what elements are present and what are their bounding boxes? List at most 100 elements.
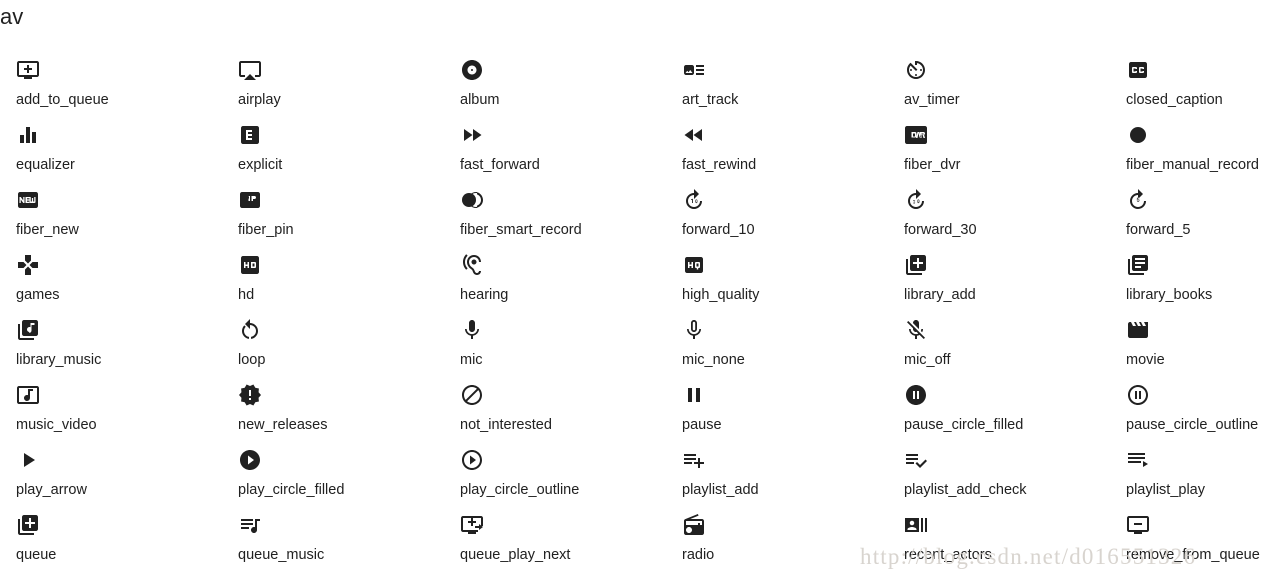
icon-cell-radio[interactable]: radio bbox=[666, 510, 888, 575]
icon-cell-library-add[interactable]: library_add bbox=[888, 250, 1110, 315]
icon-cell-loop[interactable]: loop bbox=[222, 315, 444, 380]
icon-label: mic_none bbox=[682, 352, 745, 368]
library-books-icon bbox=[1126, 253, 1152, 279]
fast-rewind-icon bbox=[682, 123, 708, 149]
icon-cell-pause[interactable]: pause bbox=[666, 380, 888, 445]
icon-cell-explicit[interactable]: explicit bbox=[222, 120, 444, 185]
icon-label: album bbox=[460, 92, 500, 108]
icon-cell-queue-play-next[interactable]: queue_play_next bbox=[444, 510, 666, 575]
icon-cell-new-releases[interactable]: new_releases bbox=[222, 380, 444, 445]
icon-cell-airplay[interactable]: airplay bbox=[222, 55, 444, 120]
icon-label: not_interested bbox=[460, 417, 552, 433]
icon-cell-music-video[interactable]: music_video bbox=[0, 380, 222, 445]
fiber-new-icon bbox=[16, 188, 42, 214]
icon-label: play_circle_filled bbox=[238, 482, 345, 498]
high-quality-icon bbox=[682, 253, 708, 279]
icon-cell-fiber-dvr[interactable]: fiber_dvr bbox=[888, 120, 1110, 185]
icon-label: equalizer bbox=[16, 157, 75, 173]
icon-cell-equalizer[interactable]: equalizer bbox=[0, 120, 222, 185]
icon-label: recent_actors bbox=[904, 547, 992, 563]
icon-label: av_timer bbox=[904, 92, 960, 108]
icon-label: movie bbox=[1126, 352, 1165, 368]
icon-cell-pause-circle-outline[interactable]: pause_circle_outline bbox=[1110, 380, 1287, 445]
playlist-add-check-icon bbox=[904, 448, 930, 474]
icon-cell-album[interactable]: album bbox=[444, 55, 666, 120]
remove-from-queue-icon bbox=[1126, 513, 1152, 539]
icon-cell-mic[interactable]: mic bbox=[444, 315, 666, 380]
icon-cell-forward-5[interactable]: forward_5 bbox=[1110, 185, 1287, 250]
icon-label: queue_play_next bbox=[460, 547, 571, 563]
icon-cell-add-to-queue[interactable]: add_to_queue bbox=[0, 55, 222, 120]
pause-circle-outline-icon bbox=[1126, 383, 1152, 409]
icon-cell-playlist-add-check[interactable]: playlist_add_check bbox=[888, 445, 1110, 510]
icon-label: queue_music bbox=[238, 547, 325, 563]
icon-cell-recent-actors[interactable]: recent_actors bbox=[888, 510, 1110, 575]
page-title: av bbox=[0, 4, 24, 29]
mic-icon bbox=[460, 318, 486, 344]
icon-label: pause_circle_filled bbox=[904, 417, 1024, 433]
icon-cell-high-quality[interactable]: high_quality bbox=[666, 250, 888, 315]
icon-label: forward_30 bbox=[904, 222, 977, 238]
icon-label: fast_forward bbox=[460, 157, 540, 173]
icon-label: fiber_new bbox=[16, 222, 79, 238]
icon-cell-closed-caption[interactable]: closed_caption bbox=[1110, 55, 1287, 120]
games-icon bbox=[16, 253, 42, 279]
fiber-dvr-icon bbox=[904, 123, 930, 149]
icon-cell-fiber-new[interactable]: fiber_new bbox=[0, 185, 222, 250]
airplay-icon bbox=[238, 58, 264, 84]
hd-icon bbox=[238, 253, 264, 279]
icon-cell-fiber-pin[interactable]: fiber_pin bbox=[222, 185, 444, 250]
icon-cell-library-music[interactable]: library_music bbox=[0, 315, 222, 380]
pause-circle-filled-icon bbox=[904, 383, 930, 409]
forward-5-icon bbox=[1126, 188, 1152, 214]
forward-10-icon bbox=[682, 188, 708, 214]
play-arrow-icon bbox=[16, 448, 42, 474]
icon-cell-play-circle-filled[interactable]: play_circle_filled bbox=[222, 445, 444, 510]
icon-cell-mic-none[interactable]: mic_none bbox=[666, 315, 888, 380]
icon-cell-forward-30[interactable]: forward_30 bbox=[888, 185, 1110, 250]
icon-label: playlist_add_check bbox=[904, 482, 1027, 498]
icon-cell-remove-from-queue[interactable]: remove_from_queue bbox=[1110, 510, 1287, 575]
icon-label: play_arrow bbox=[16, 482, 87, 498]
icon-cell-games[interactable]: games bbox=[0, 250, 222, 315]
fiber-smart-record-icon bbox=[460, 188, 486, 214]
icon-cell-fast-forward[interactable]: fast_forward bbox=[444, 120, 666, 185]
icon-cell-pause-circle-filled[interactable]: pause_circle_filled bbox=[888, 380, 1110, 445]
pause-icon bbox=[682, 383, 708, 409]
art-track-icon bbox=[682, 58, 708, 84]
icon-cell-library-books[interactable]: library_books bbox=[1110, 250, 1287, 315]
icon-label: explicit bbox=[238, 157, 283, 173]
icon-cell-playlist-play[interactable]: playlist_play bbox=[1110, 445, 1287, 510]
icon-label: hearing bbox=[460, 287, 509, 303]
icon-cell-hearing[interactable]: hearing bbox=[444, 250, 666, 315]
play-circle-outline-icon bbox=[460, 448, 486, 474]
icon-label: library_books bbox=[1126, 287, 1213, 303]
icon-cell-play-circle-outline[interactable]: play_circle_outline bbox=[444, 445, 666, 510]
icon-cell-play-arrow[interactable]: play_arrow bbox=[0, 445, 222, 510]
icon-cell-fiber-manual-record[interactable]: fiber_manual_record bbox=[1110, 120, 1287, 185]
icon-cell-hd[interactable]: hd bbox=[222, 250, 444, 315]
icon-label: pause_circle_outline bbox=[1126, 417, 1259, 433]
icon-cell-queue[interactable]: queue bbox=[0, 510, 222, 575]
icon-cell-fiber-smart-record[interactable]: fiber_smart_record bbox=[444, 185, 666, 250]
icon-cell-fast-rewind[interactable]: fast_rewind bbox=[666, 120, 888, 185]
icon-cell-mic-off[interactable]: mic_off bbox=[888, 315, 1110, 380]
icon-cell-forward-10[interactable]: forward_10 bbox=[666, 185, 888, 250]
icon-label: closed_caption bbox=[1126, 92, 1223, 108]
library-music-icon bbox=[16, 318, 42, 344]
explicit-icon bbox=[238, 123, 264, 149]
play-circle-filled-icon bbox=[238, 448, 264, 474]
icon-label: hd bbox=[238, 287, 255, 303]
music-video-icon bbox=[16, 383, 42, 409]
icon-cell-movie[interactable]: movie bbox=[1110, 315, 1287, 380]
icon-label: remove_from_queue bbox=[1126, 547, 1260, 563]
icon-label: mic_off bbox=[904, 352, 951, 368]
icon-cell-queue-music[interactable]: queue_music bbox=[222, 510, 444, 575]
library-add-icon bbox=[904, 253, 930, 279]
forward-30-icon bbox=[904, 188, 930, 214]
icon-cell-art-track[interactable]: art_track bbox=[666, 55, 888, 120]
icon-cell-av-timer[interactable]: av_timer bbox=[888, 55, 1110, 120]
icon-cell-not-interested[interactable]: not_interested bbox=[444, 380, 666, 445]
icon-cell-playlist-add[interactable]: playlist_add bbox=[666, 445, 888, 510]
icon-label: fiber_smart_record bbox=[460, 222, 582, 238]
